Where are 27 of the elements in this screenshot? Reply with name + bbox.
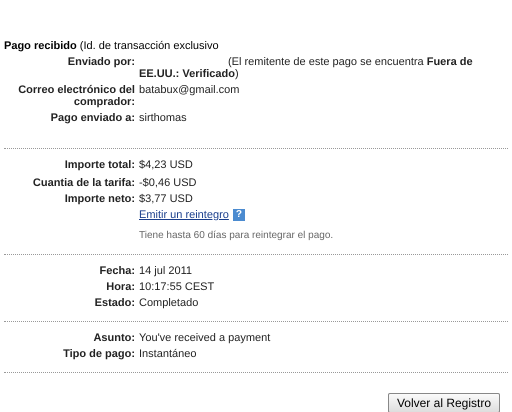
refund-link[interactable]: Emitir un reintegro <box>139 209 229 221</box>
field-value: $3,77 USD <box>139 193 194 205</box>
help-icon[interactable]: ? <box>232 209 245 222</box>
page-title: Pago recibido (Id. de transacción exclusivo <box>4 40 220 52</box>
field-value: Completado <box>139 297 200 310</box>
field-label: Correo electrónico del comprador: <box>17 84 135 108</box>
field-value: sirthomas <box>139 112 188 124</box>
field-value: batabux@gmail.com <box>139 84 240 98</box>
field-value: (El remitente de este pago se encuentra Fuera de EE.UU.: Verificado) <box>139 56 474 80</box>
field-label: Importe total: <box>64 159 135 171</box>
field-value: $4,23 USD <box>139 159 194 171</box>
field-label: Tipo de pago: <box>62 348 135 360</box>
field-label: Cuantia de la tarifa: <box>32 177 135 189</box>
back-button[interactable]: Volver al Registro <box>388 393 500 412</box>
field-label: Hora: <box>105 281 135 294</box>
field-value: -$0,46 USD <box>139 177 198 189</box>
field-label: Pago enviado a: <box>50 112 135 124</box>
field-label: Enviado por: <box>66 56 135 70</box>
hint-text: Tiene hasta 60 días para reintegrar el pago. <box>139 230 334 242</box>
field-label: Importe neto: <box>64 193 135 205</box>
field-value: 10:17:55 CEST <box>139 281 216 294</box>
field-value: Instantáneo <box>139 348 198 360</box>
field-value: 14 jul 2011 <box>139 265 194 278</box>
field-label: Estado: <box>94 297 135 310</box>
field-label: Fecha: <box>98 265 135 278</box>
field-value: You've received a payment <box>139 332 272 344</box>
field-label: Asunto: <box>92 332 135 344</box>
